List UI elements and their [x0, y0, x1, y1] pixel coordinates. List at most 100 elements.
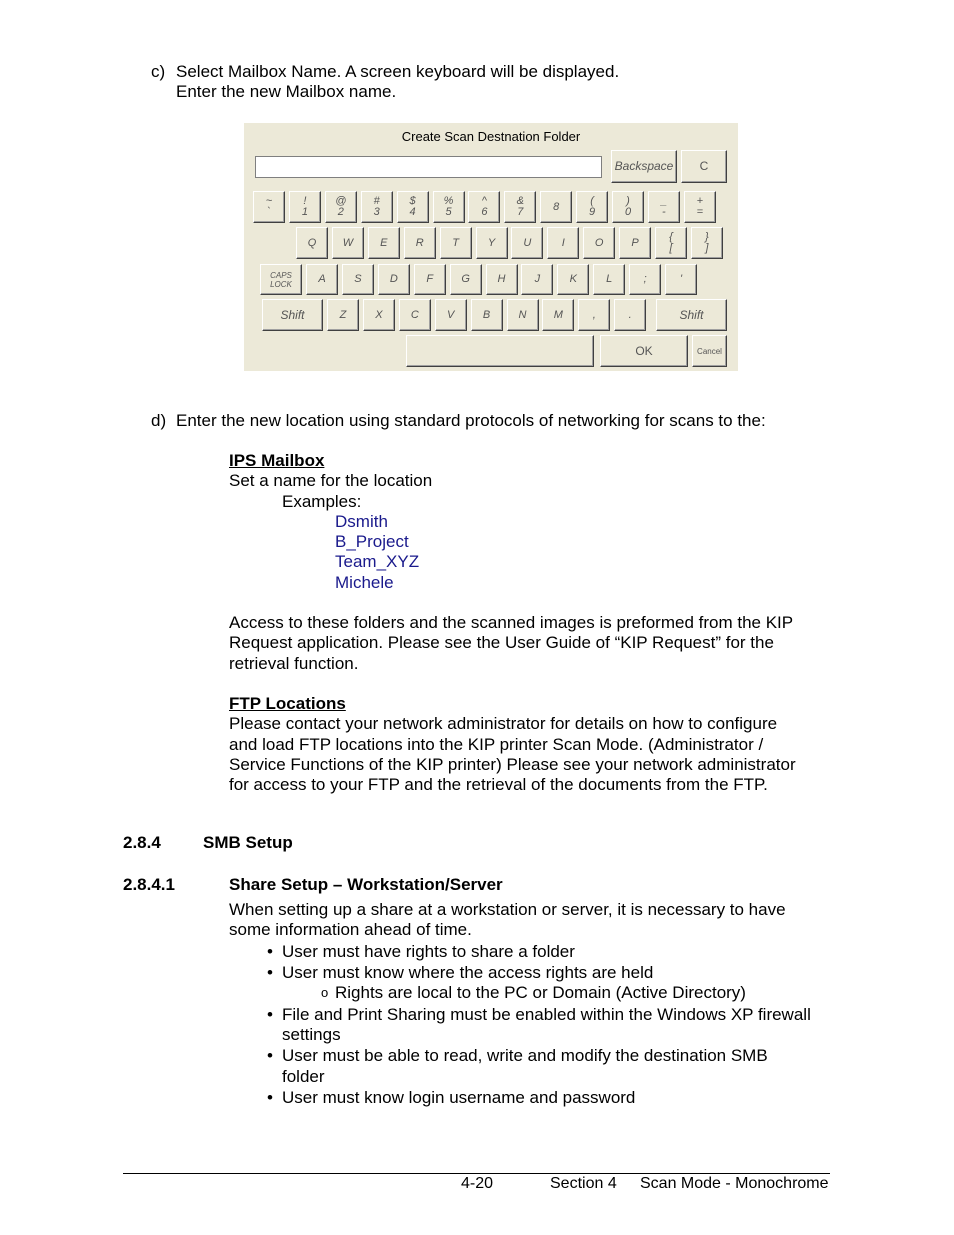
- key-label-bottom: 6: [481, 206, 488, 218]
- key-label-top: R: [415, 236, 424, 249]
- letter-key-d[interactable]: D: [377, 264, 410, 295]
- cancel-button[interactable]: Cancel: [692, 335, 727, 367]
- letter-key-v[interactable]: V: [434, 299, 467, 331]
- key-label-top: L: [606, 273, 613, 285]
- letter-key-sym8[interactable]: .: [614, 299, 647, 331]
- letter-key-i[interactable]: I: [547, 227, 580, 259]
- section-number: 2.8.4: [123, 833, 161, 852]
- letter-key-k[interactable]: K: [557, 264, 590, 295]
- key-label-top: G: [461, 273, 470, 285]
- example-item: Team_XYZ: [335, 552, 420, 571]
- letter-key-r[interactable]: R: [403, 227, 436, 259]
- letter-key-q[interactable]: Q: [296, 227, 328, 259]
- num-key-sym1[interactable]: ! 1: [288, 191, 321, 223]
- access-paragraph-line: retrieval function.: [229, 654, 359, 673]
- letter-key-p[interactable]: P: [619, 227, 652, 259]
- letter-key-s[interactable]: S: [341, 264, 374, 295]
- num-key-sym3[interactable]: #3: [360, 191, 393, 223]
- letter-key-sym7[interactable]: ,: [578, 299, 611, 331]
- key-label-bottom: =: [696, 206, 704, 218]
- ftp-locations-heading: FTP Locations: [229, 694, 346, 713]
- step-d-marker: d): [151, 411, 167, 430]
- key-label-top: J: [534, 273, 541, 285]
- shift-left-key[interactable]: Shift: [262, 299, 323, 331]
- num-key-sym6[interactable]: ^ 6: [468, 191, 501, 223]
- letter-key-g[interactable]: G: [449, 264, 482, 295]
- num-key-sym2[interactable]: @2: [324, 191, 357, 223]
- ok-button[interactable]: OK: [600, 335, 688, 367]
- num-key-8[interactable]: 8: [540, 191, 573, 223]
- ips-mailbox-description: Set a name for the location: [229, 471, 433, 490]
- caps-lock-key[interactable]: CAPS LOCK: [260, 264, 302, 295]
- key-label-bottom: ]: [705, 242, 709, 254]
- bullet-item-continued: settings: [282, 1025, 341, 1044]
- key-label-top: X: [375, 308, 383, 321]
- example-item: B_Project: [335, 532, 409, 551]
- bullet-item: User must know where the access rights a…: [282, 963, 654, 982]
- letter-key-n[interactable]: N: [506, 299, 539, 331]
- letter-key-z[interactable]: Z: [327, 299, 359, 331]
- key-label-bottom: 0: [624, 206, 632, 218]
- example-item: Dsmith: [335, 512, 388, 531]
- letter-key-t[interactable]: T: [439, 227, 472, 259]
- key-label-top: I: [561, 236, 565, 249]
- access-paragraph-line: Access to these folders and the scanned …: [229, 613, 794, 632]
- letter-key-c[interactable]: C: [398, 299, 431, 331]
- num-key-sym5[interactable]: % 5: [432, 191, 465, 223]
- bullet-item-continued: folder: [282, 1067, 325, 1086]
- mailbox-name-input[interactable]: [255, 156, 602, 178]
- bullet-icon: •: [267, 1088, 273, 1107]
- letter-key-m[interactable]: M: [542, 299, 575, 331]
- section-title: SMB Setup: [203, 833, 293, 852]
- bullet-item: User must be able to read, write and mod…: [282, 1046, 768, 1065]
- ftp-paragraph-line: Please contact your network administrato…: [229, 714, 778, 733]
- caps-lock-label-top: CAPS: [270, 270, 292, 280]
- letter-key-b[interactable]: B: [470, 299, 503, 331]
- letter-key-y[interactable]: Y: [475, 227, 508, 259]
- letter-key-o[interactable]: O: [583, 227, 616, 259]
- num-key-sym4[interactable]: $4: [396, 191, 429, 223]
- screen-keyboard-dialog: Create Scan Destnation Folder Backspace …: [244, 123, 738, 371]
- key-label-top: A: [318, 273, 326, 285]
- letter-key-a[interactable]: A: [306, 264, 338, 295]
- footer-section: Section 4: [550, 1175, 617, 1192]
- key-label-top: E: [380, 236, 388, 249]
- letter-key-sym11[interactable]: }]: [690, 227, 723, 259]
- key-label-bottom: 8: [553, 200, 560, 213]
- num-key-sym11[interactable]: _ -: [647, 191, 680, 223]
- num-key-sym9[interactable]: (9: [576, 191, 609, 223]
- space-key[interactable]: [406, 335, 594, 367]
- step-c-line1: Select Mailbox Name. A screen keyboard w…: [176, 62, 620, 81]
- ftp-paragraph-line: and load FTP locations into the KIP prin…: [229, 735, 764, 754]
- letter-key-u[interactable]: U: [511, 227, 544, 259]
- letter-key-l[interactable]: L: [593, 264, 626, 295]
- letter-key-sym10[interactable]: {[: [655, 227, 687, 259]
- shift-right-key[interactable]: Shift: [656, 299, 727, 331]
- key-label-top: U: [523, 236, 532, 249]
- key-label-top: S: [354, 273, 362, 285]
- letter-key-e[interactable]: E: [367, 227, 400, 259]
- letter-key-x[interactable]: X: [362, 299, 395, 331]
- key-label-bottom: -: [662, 206, 666, 218]
- key-label-bottom: 9: [589, 206, 596, 218]
- num-key-sym0[interactable]: ~ `: [253, 191, 285, 223]
- num-key-sym12[interactable]: + =: [683, 191, 716, 223]
- caps-lock-label-bottom: LOCK: [270, 279, 292, 289]
- clear-key[interactable]: C: [681, 150, 727, 183]
- letter-key-sym10[interactable]: ': [665, 264, 697, 295]
- key-label-bottom: 7: [517, 206, 524, 218]
- backspace-key[interactable]: Backspace: [611, 150, 677, 183]
- key-label-top: Q: [307, 236, 317, 249]
- step-c-marker: c): [151, 62, 166, 81]
- step-c-line2: Enter the new Mailbox name.: [176, 82, 397, 101]
- letter-key-f[interactable]: F: [413, 264, 446, 295]
- num-key-sym7[interactable]: & 7: [504, 191, 537, 223]
- footer-title: Scan Mode - Monochrome: [640, 1175, 829, 1192]
- letter-key-w[interactable]: W: [331, 227, 364, 259]
- key-label-top: H: [497, 273, 506, 285]
- bullet-icon: •: [267, 963, 273, 982]
- letter-key-j[interactable]: J: [521, 264, 554, 295]
- letter-key-sym9[interactable]: ;: [629, 264, 662, 295]
- num-key-sym10[interactable]: ) 0: [612, 191, 644, 223]
- letter-key-h[interactable]: H: [485, 264, 518, 295]
